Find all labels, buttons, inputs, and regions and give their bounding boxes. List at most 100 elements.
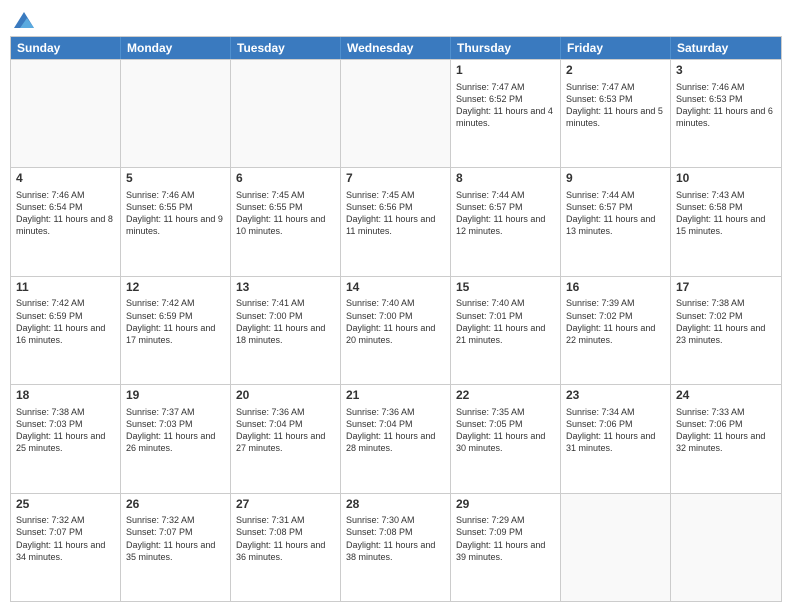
- day-number: 4: [16, 171, 115, 187]
- day-info: Sunrise: 7:42 AM Sunset: 6:59 PM Dayligh…: [16, 297, 115, 346]
- weekday-header-wednesday: Wednesday: [341, 37, 451, 59]
- weekday-header-sunday: Sunday: [11, 37, 121, 59]
- day-cell-24: 24 Sunrise: 7:33 AM Sunset: 7:06 PM Dayli…: [671, 385, 781, 492]
- calendar-row-4: 25Sunrise: 7:32 AM Sunset: 7:07 PM Dayli…: [11, 493, 781, 601]
- day-cell-15: 15Sunrise: 7:40 AM Sunset: 7:01 PM Dayli…: [451, 277, 561, 384]
- day-cell-16: 16Sunrise: 7:39 AM Sunset: 7:02 PM Dayli…: [561, 277, 671, 384]
- day-number: 10: [676, 171, 776, 187]
- day-info: Sunrise: 7:38 AM Sunset: 7:03 PM Dayligh…: [16, 406, 115, 455]
- calendar-row-3: 18 Sunrise: 7:38 AM Sunset: 7:03 PM Dayli…: [11, 384, 781, 492]
- day-info: Sunrise: 7:32 AM Sunset: 7:07 PM Dayligh…: [126, 514, 225, 563]
- calendar: SundayMondayTuesdayWednesdayThursdayFrid…: [10, 36, 782, 602]
- day-info: Sunrise: 7:43 AM Sunset: 6:58 PM Dayligh…: [676, 189, 776, 238]
- calendar-body: 1Sunrise: 7:47 AM Sunset: 6:52 PM Daylig…: [11, 59, 781, 601]
- day-cell-13: 13Sunrise: 7:41 AM Sunset: 7:00 PM Dayli…: [231, 277, 341, 384]
- day-info: Sunrise: 7:29 AM Sunset: 7:09 PM Dayligh…: [456, 514, 555, 563]
- day-info: Sunrise: 7:40 AM Sunset: 7:00 PM Dayligh…: [346, 297, 445, 346]
- day-cell-1: 1Sunrise: 7:47 AM Sunset: 6:52 PM Daylig…: [451, 60, 561, 167]
- day-cell-26: 26Sunrise: 7:32 AM Sunset: 7:07 PM Dayli…: [121, 494, 231, 601]
- day-number: 9: [566, 171, 665, 187]
- day-cell-20: 20Sunrise: 7:36 AM Sunset: 7:04 PM Dayli…: [231, 385, 341, 492]
- day-number: 19: [126, 388, 225, 404]
- day-info: Sunrise: 7:42 AM Sunset: 6:59 PM Dayligh…: [126, 297, 225, 346]
- day-cell-23: 23 Sunrise: 7:34 AM Sunset: 7:06 PM Dayli…: [561, 385, 671, 492]
- day-cell-8: 8Sunrise: 7:44 AM Sunset: 6:57 PM Daylig…: [451, 168, 561, 275]
- day-number: 6: [236, 171, 335, 187]
- day-number: 25: [16, 497, 115, 513]
- day-info: Sunrise: 7:45 AM Sunset: 6:55 PM Dayligh…: [236, 189, 335, 238]
- day-number: 8: [456, 171, 555, 187]
- day-cell-4: 4 Sunrise: 7:46 AM Sunset: 6:54 PM Daylig…: [11, 168, 121, 275]
- day-cell-25: 25Sunrise: 7:32 AM Sunset: 7:07 PM Dayli…: [11, 494, 121, 601]
- calendar-row-2: 11Sunrise: 7:42 AM Sunset: 6:59 PM Dayli…: [11, 276, 781, 384]
- day-number: 29: [456, 497, 555, 513]
- empty-cell-0-3: [341, 60, 451, 167]
- day-number: 3: [676, 63, 776, 79]
- day-cell-9: 9 Sunrise: 7:44 AM Sunset: 6:57 PM Daylig…: [561, 168, 671, 275]
- day-number: 23: [566, 388, 665, 404]
- day-number: 1: [456, 63, 555, 79]
- logo-icon: [12, 10, 36, 34]
- day-cell-5: 5Sunrise: 7:46 AM Sunset: 6:55 PM Daylig…: [121, 168, 231, 275]
- day-info: Sunrise: 7:35 AM Sunset: 7:05 PM Dayligh…: [456, 406, 555, 455]
- day-number: 11: [16, 280, 115, 296]
- day-info: Sunrise: 7:47 AM Sunset: 6:53 PM Dayligh…: [566, 81, 665, 130]
- day-number: 20: [236, 388, 335, 404]
- day-info: Sunrise: 7:31 AM Sunset: 7:08 PM Dayligh…: [236, 514, 335, 563]
- empty-cell-0-1: [121, 60, 231, 167]
- day-info: Sunrise: 7:45 AM Sunset: 6:56 PM Dayligh…: [346, 189, 445, 238]
- day-cell-7: 7 Sunrise: 7:45 AM Sunset: 6:56 PM Daylig…: [341, 168, 451, 275]
- weekday-header-monday: Monday: [121, 37, 231, 59]
- day-number: 21: [346, 388, 445, 404]
- day-number: 27: [236, 497, 335, 513]
- day-info: Sunrise: 7:34 AM Sunset: 7:06 PM Dayligh…: [566, 406, 665, 455]
- day-number: 26: [126, 497, 225, 513]
- day-info: Sunrise: 7:46 AM Sunset: 6:54 PM Dayligh…: [16, 189, 115, 238]
- day-number: 15: [456, 280, 555, 296]
- day-cell-28: 28Sunrise: 7:30 AM Sunset: 7:08 PM Dayli…: [341, 494, 451, 601]
- day-number: 12: [126, 280, 225, 296]
- day-info: Sunrise: 7:40 AM Sunset: 7:01 PM Dayligh…: [456, 297, 555, 346]
- day-number: 5: [126, 171, 225, 187]
- day-number: 13: [236, 280, 335, 296]
- weekday-header-saturday: Saturday: [671, 37, 781, 59]
- day-info: Sunrise: 7:30 AM Sunset: 7:08 PM Dayligh…: [346, 514, 445, 563]
- calendar-row-0: 1Sunrise: 7:47 AM Sunset: 6:52 PM Daylig…: [11, 59, 781, 167]
- day-info: Sunrise: 7:32 AM Sunset: 7:07 PM Dayligh…: [16, 514, 115, 563]
- day-cell-10: 10 Sunrise: 7:43 AM Sunset: 6:58 PM Dayli…: [671, 168, 781, 275]
- day-cell-22: 22Sunrise: 7:35 AM Sunset: 7:05 PM Dayli…: [451, 385, 561, 492]
- day-cell-14: 14Sunrise: 7:40 AM Sunset: 7:00 PM Dayli…: [341, 277, 451, 384]
- day-number: 14: [346, 280, 445, 296]
- day-info: Sunrise: 7:38 AM Sunset: 7:02 PM Dayligh…: [676, 297, 776, 346]
- header: [10, 10, 782, 28]
- day-number: 16: [566, 280, 665, 296]
- day-cell-12: 12Sunrise: 7:42 AM Sunset: 6:59 PM Dayli…: [121, 277, 231, 384]
- day-info: Sunrise: 7:39 AM Sunset: 7:02 PM Dayligh…: [566, 297, 665, 346]
- day-number: 24: [676, 388, 776, 404]
- day-number: 17: [676, 280, 776, 296]
- day-number: 28: [346, 497, 445, 513]
- day-cell-2: 2 Sunrise: 7:47 AM Sunset: 6:53 PM Daylig…: [561, 60, 671, 167]
- day-cell-27: 27Sunrise: 7:31 AM Sunset: 7:08 PM Dayli…: [231, 494, 341, 601]
- day-info: Sunrise: 7:33 AM Sunset: 7:06 PM Dayligh…: [676, 406, 776, 455]
- day-cell-6: 6 Sunrise: 7:45 AM Sunset: 6:55 PM Daylig…: [231, 168, 341, 275]
- logo-general: [10, 10, 36, 34]
- day-info: Sunrise: 7:44 AM Sunset: 6:57 PM Dayligh…: [566, 189, 665, 238]
- day-number: 18: [16, 388, 115, 404]
- day-info: Sunrise: 7:37 AM Sunset: 7:03 PM Dayligh…: [126, 406, 225, 455]
- empty-cell-4-5: [561, 494, 671, 601]
- logo: [10, 10, 36, 28]
- day-info: Sunrise: 7:36 AM Sunset: 7:04 PM Dayligh…: [346, 406, 445, 455]
- calendar-header: SundayMondayTuesdayWednesdayThursdayFrid…: [11, 37, 781, 59]
- day-number: 2: [566, 63, 665, 79]
- day-cell-18: 18 Sunrise: 7:38 AM Sunset: 7:03 PM Dayli…: [11, 385, 121, 492]
- day-cell-21: 21 Sunrise: 7:36 AM Sunset: 7:04 PM Dayli…: [341, 385, 451, 492]
- empty-cell-4-6: [671, 494, 781, 601]
- weekday-header-tuesday: Tuesday: [231, 37, 341, 59]
- day-cell-29: 29Sunrise: 7:29 AM Sunset: 7:09 PM Dayli…: [451, 494, 561, 601]
- empty-cell-0-2: [231, 60, 341, 167]
- empty-cell-0-0: [11, 60, 121, 167]
- page: SundayMondayTuesdayWednesdayThursdayFrid…: [0, 0, 792, 612]
- day-number: 7: [346, 171, 445, 187]
- day-cell-3: 3Sunrise: 7:46 AM Sunset: 6:53 PM Daylig…: [671, 60, 781, 167]
